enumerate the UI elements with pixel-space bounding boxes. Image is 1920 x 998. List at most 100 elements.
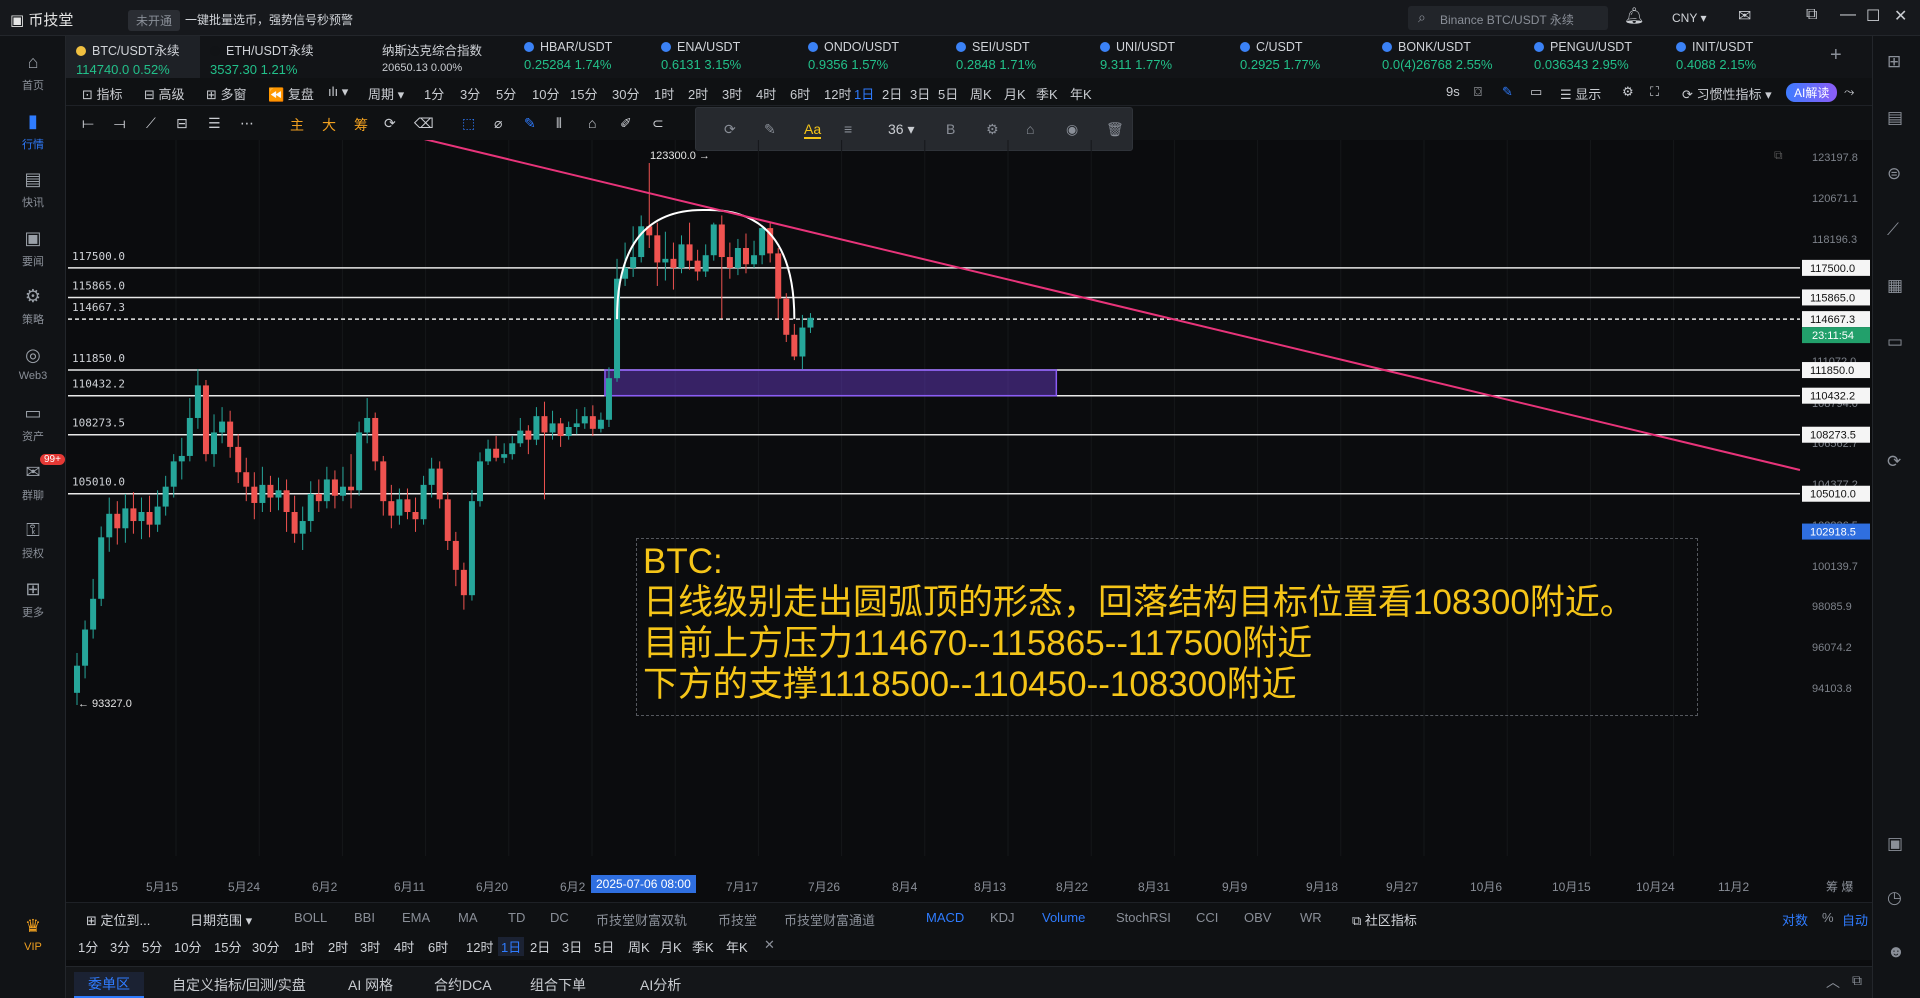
eraser-icon[interactable]: ⌫: [414, 115, 434, 132]
cycle-select[interactable]: 周期 ▾: [368, 84, 404, 103]
bottom-tab-2[interactable]: AI 网格: [348, 975, 393, 995]
coin-icon[interactable]: ⊜: [1887, 164, 1901, 184]
period2-0[interactable]: 1分: [78, 937, 98, 956]
sub-indicator-4[interactable]: CCI: [1196, 910, 1218, 925]
maximize-icon[interactable]: ☐: [1866, 6, 1880, 26]
sub-indicator-2[interactable]: Volume: [1042, 910, 1085, 925]
select-tool-icon[interactable]: ⬚: [462, 115, 475, 132]
chart-canvas[interactable]: ⧉ 123197.8120671.1118196.3111072.0108794.…: [66, 140, 1872, 902]
auto-toggle[interactable]: 自动: [1842, 910, 1868, 929]
line-icon[interactable]: ≡: [844, 121, 852, 137]
camera-icon[interactable]: ⌼: [1474, 84, 1482, 100]
ticker-1[interactable]: ETH/USDT永续 3537.30 1.21%: [200, 36, 372, 78]
channel-tool-icon[interactable]: ⊟: [176, 115, 188, 132]
ticker-3[interactable]: HBAR/USDT 0.25284 1.74%: [514, 36, 651, 78]
period-4[interactable]: 15分: [570, 84, 597, 103]
expand-icon[interactable]: ⧉: [1852, 972, 1862, 989]
period-3[interactable]: 10分: [532, 84, 559, 103]
ray-tool-icon[interactable]: ⟞: [114, 115, 126, 132]
advanced-button[interactable]: ⊟ 高级: [144, 84, 185, 103]
bottom-tab-0[interactable]: 委单区: [74, 972, 144, 998]
period2-10[interactable]: 6时: [428, 937, 448, 956]
search-input[interactable]: ⌕ Binance BTC/USDT 永续: [1408, 6, 1608, 30]
nav-item-4[interactable]: ⚙ 策略: [0, 286, 66, 327]
nav-item-1[interactable]: ▮ 行情: [0, 111, 66, 152]
indicator-3[interactable]: MA: [458, 910, 478, 925]
kline-chart[interactable]: ⧉ 123197.8 120671.1 118196.3 111072.0 108794.…: [66, 140, 1872, 894]
period-18[interactable]: 季K: [1036, 84, 1058, 103]
period-17[interactable]: 月K: [1004, 84, 1026, 103]
candle-type-icon[interactable]: ılı ▾: [328, 84, 348, 100]
font-size-select[interactable]: 36 ▾: [888, 121, 915, 138]
indicator-4[interactable]: TD: [508, 910, 525, 925]
minimize-icon[interactable]: —: [1840, 6, 1856, 24]
ticker-11[interactable]: INIT/USDT 0.4088 2.15%: [1666, 36, 1806, 78]
layout-icon[interactable]: ⊞: [1887, 52, 1901, 72]
period-10[interactable]: 6时: [790, 84, 810, 103]
main-chart-tab[interactable]: 主: [290, 115, 304, 135]
big-tab[interactable]: 大: [322, 115, 336, 135]
chart-icon[interactable]: ⟋: [1887, 220, 1899, 240]
add-ticker-icon[interactable]: +: [1830, 44, 1842, 67]
period2-17[interactable]: 月K: [660, 937, 682, 956]
magnet-icon[interactable]: ⊂: [652, 115, 664, 132]
membership-badge[interactable]: 未开通: [128, 10, 181, 31]
period-0[interactable]: 1分: [424, 84, 444, 103]
edit-icon[interactable]: ✎: [764, 121, 776, 138]
lock-icon[interactable]: ⌂: [1026, 121, 1034, 137]
more-tools-icon[interactable]: ⋯: [240, 115, 254, 132]
indicator-7[interactable]: 币技堂: [718, 910, 757, 929]
chip-tab[interactable]: 筹: [354, 115, 368, 135]
bottom-tab-4[interactable]: 组合下单: [530, 975, 586, 995]
indicator-1[interactable]: BBI: [354, 910, 375, 925]
nav-item-6[interactable]: ▭ 资产: [0, 403, 66, 444]
period-14[interactable]: 3日: [910, 84, 930, 103]
period-7[interactable]: 2时: [688, 84, 708, 103]
close-icon[interactable]: ✕: [1894, 6, 1907, 26]
replay-button[interactable]: ⏪ 复盘: [268, 84, 314, 103]
period2-16[interactable]: 周K: [628, 937, 650, 956]
share-icon[interactable]: ⤳: [1844, 84, 1854, 100]
indicator-5[interactable]: DC: [550, 910, 569, 925]
rotate-tool-icon[interactable]: ⟳: [384, 115, 396, 132]
indicator-6[interactable]: 币技堂财富双轨: [596, 910, 687, 929]
promo-slogan[interactable]: 一键批量选币，强势信号秒预警: [185, 11, 353, 28]
period2-6[interactable]: 1时: [294, 937, 314, 956]
period-12[interactable]: 1日: [854, 84, 874, 103]
brush-tool-icon[interactable]: ✎: [524, 115, 536, 132]
period-9[interactable]: 4时: [756, 84, 776, 103]
lock-icon[interactable]: ⌂: [588, 115, 596, 131]
bottom-tab-1[interactable]: 自定义指标/回测/实盘: [172, 975, 306, 995]
font-color-button[interactable]: Aa: [804, 121, 822, 139]
indicator-8[interactable]: 币技堂财富通道: [784, 910, 875, 929]
locate-button[interactable]: ⊞ 定位到...: [86, 910, 150, 929]
bell-icon[interactable]: 🔔︎: [1624, 6, 1644, 26]
sub-indicator-5[interactable]: OBV: [1244, 910, 1271, 925]
settings-icon[interactable]: ⚙: [1622, 84, 1634, 100]
fib-tool-icon[interactable]: ☰: [208, 115, 221, 132]
zoom-icon[interactable]: 筹 爆: [1826, 878, 1853, 895]
period2-1[interactable]: 3分: [110, 937, 130, 956]
orderbook-icon[interactable]: ▤: [1887, 108, 1903, 128]
ticker-5[interactable]: ONDO/USDT 0.9356 1.57%: [798, 36, 946, 78]
calendar-icon[interactable]: ▣: [1887, 834, 1903, 854]
trendline-tool-icon[interactable]: ⟋: [146, 115, 156, 132]
nav-item-8[interactable]: ⚿ 授权: [0, 520, 66, 561]
period2-4[interactable]: 15分: [214, 937, 241, 956]
indicator-2[interactable]: EMA: [402, 910, 430, 925]
sub-indicator-1[interactable]: KDJ: [990, 910, 1015, 925]
period2-11[interactable]: 12时: [466, 937, 493, 956]
bottom-tab-3[interactable]: 合约DCA: [434, 975, 492, 995]
eye-icon[interactable]: ◉: [1066, 121, 1078, 138]
ticker-6[interactable]: SEI/USDT 0.2848 1.71%: [946, 36, 1090, 78]
mail-icon[interactable]: ✉: [1738, 6, 1751, 26]
period2-19[interactable]: 年K: [726, 937, 748, 956]
delete-icon[interactable]: 🗑︎: [1106, 121, 1124, 138]
period-19[interactable]: 年K: [1070, 84, 1092, 103]
period2-9[interactable]: 4时: [394, 937, 414, 956]
ruler-icon[interactable]: ⌀: [494, 115, 502, 132]
period-6[interactable]: 1时: [654, 84, 674, 103]
sub-indicator-6[interactable]: WR: [1300, 910, 1322, 925]
period2-12[interactable]: 1日: [498, 937, 525, 956]
settings-icon[interactable]: ⚙: [986, 121, 999, 138]
